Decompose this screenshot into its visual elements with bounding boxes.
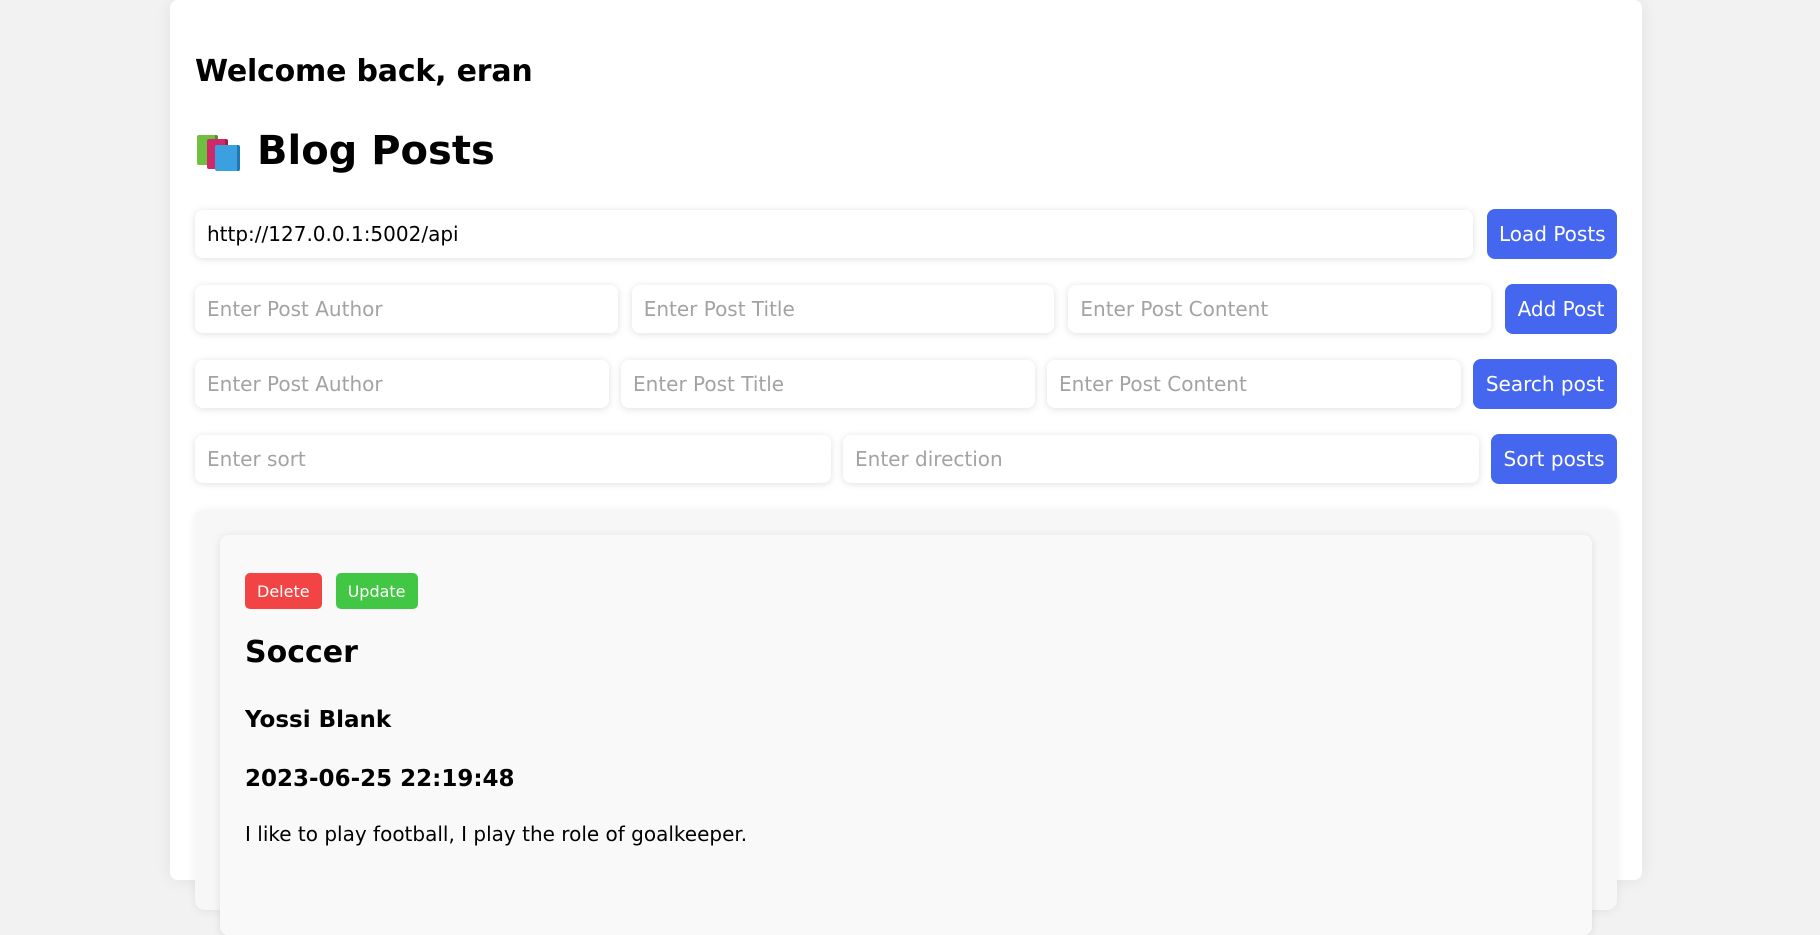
post-author: Yossi Blank (245, 707, 392, 733)
api-row: Load Posts (195, 209, 1617, 259)
post-card: Delete Update Soccer Yossi Blank 2023-06… (220, 535, 1592, 935)
main-container: Welcome back, eran Blog Posts Load Posts… (170, 0, 1642, 935)
books-icon (195, 129, 241, 173)
search-author-input[interactable] (195, 360, 609, 408)
search-content-input[interactable] (1047, 360, 1461, 408)
sort-direction-input[interactable] (843, 435, 1479, 483)
sort-field-input[interactable] (195, 435, 831, 483)
post-date: 2023-06-25 22:19:48 (245, 766, 515, 792)
post-content: I like to play football, I play the role… (245, 822, 748, 846)
api-url-input[interactable] (195, 210, 1473, 258)
add-post-row: Add Post (195, 284, 1617, 334)
page-title-text: Blog Posts (257, 128, 495, 174)
add-title-input[interactable] (631, 285, 1055, 333)
load-posts-button[interactable]: Load Posts (1487, 209, 1617, 259)
sort-posts-row: Sort posts (195, 434, 1617, 484)
search-title-input[interactable] (621, 360, 1035, 408)
add-author-input[interactable] (195, 285, 618, 333)
delete-post-button[interactable]: Delete (245, 573, 322, 609)
search-post-row: Search post (195, 359, 1617, 409)
posts-list: Delete Update Soccer Yossi Blank 2023-06… (195, 510, 1617, 935)
update-post-button[interactable]: Update (335, 573, 418, 609)
sort-posts-button[interactable]: Sort posts (1491, 434, 1617, 484)
page-title: Blog Posts (195, 128, 495, 174)
welcome-message: Welcome back, eran (195, 54, 533, 89)
add-post-button[interactable]: Add Post (1505, 284, 1617, 334)
search-post-button[interactable]: Search post (1473, 359, 1617, 409)
post-actions: Delete Update (245, 573, 418, 609)
post-title: Soccer (245, 635, 358, 670)
add-content-input[interactable] (1068, 285, 1492, 333)
